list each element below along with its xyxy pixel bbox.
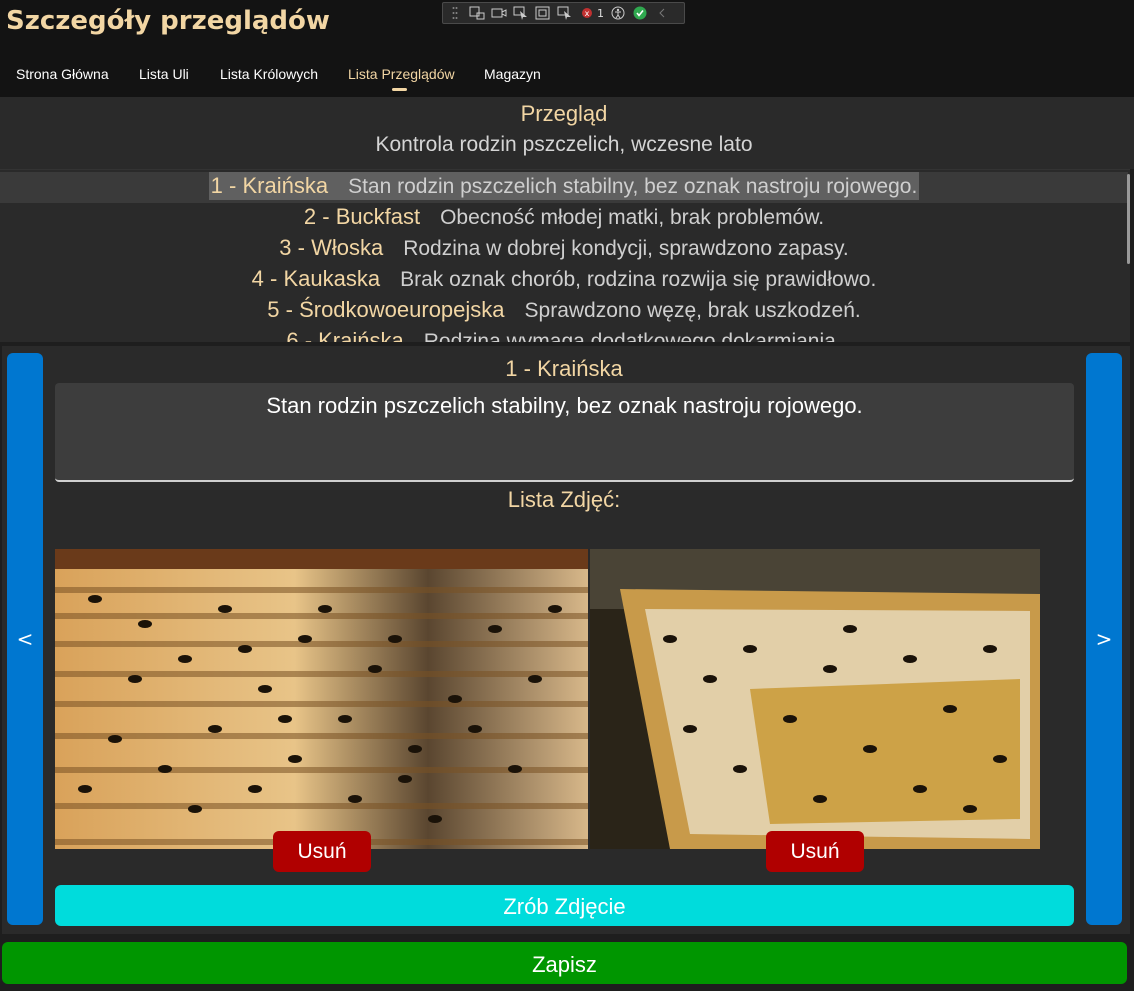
binding-failures-count: 1 bbox=[597, 6, 604, 20]
list-item[interactable]: 4 - Kaukaska Brak oznak chorób, rodzina r… bbox=[0, 265, 1128, 296]
detail-title: 1 - Kraińska bbox=[505, 356, 623, 381]
list-item-name: 4 - Kaukaska bbox=[251, 266, 381, 291]
delete-photo-button[interactable]: Usuń bbox=[766, 831, 864, 872]
inspection-header: Przegląd Kontrola rodzin pszczelich, wcz… bbox=[0, 97, 1134, 169]
video-icon[interactable] bbox=[491, 6, 507, 20]
list-item[interactable]: 1 - Kraińska Stan rodzin pszczelich stabi… bbox=[0, 172, 1128, 203]
svg-text:x: x bbox=[585, 9, 590, 18]
check-icon[interactable] bbox=[632, 6, 648, 20]
list-item-text: Stan rodzin pszczelich stabilny, bez ozn… bbox=[348, 175, 918, 198]
list-item-name: 3 - Włoska bbox=[279, 235, 384, 260]
list-item[interactable]: 2 - Buckfast Obecność młodej matki, brak … bbox=[0, 203, 1128, 234]
list-item-text: Brak oznak chorób, rodzina rozwija się p… bbox=[400, 268, 877, 291]
grip-icon[interactable] bbox=[447, 6, 463, 20]
accessibility-icon[interactable] bbox=[610, 6, 626, 20]
page-title: Szczegóły przeglądów bbox=[6, 6, 330, 36]
tab-lista-krolowych[interactable]: Lista Królowych bbox=[220, 66, 318, 82]
select-element-icon[interactable] bbox=[513, 6, 529, 20]
track-focus-icon[interactable] bbox=[557, 6, 573, 20]
tab-lista-uli[interactable]: Lista Uli bbox=[139, 66, 189, 82]
list-item-name: 6 - Kraińska bbox=[286, 328, 404, 342]
layout-adorner-icon[interactable] bbox=[535, 6, 551, 20]
list-item-text: Rodzina w dobrej kondycji, sprawdzono za… bbox=[403, 237, 849, 260]
binding-failures-icon[interactable]: x bbox=[579, 6, 595, 20]
list-item-name: 1 - Kraińska bbox=[210, 173, 329, 198]
save-button[interactable]: Zapisz bbox=[2, 942, 1127, 984]
tab-strona-glowna[interactable]: Strona Główna bbox=[16, 66, 109, 82]
list-item[interactable]: 5 - Środkowoeuropejska Sprawdzono węzę, b… bbox=[0, 296, 1128, 327]
list-item-text: Sprawdzono węzę, brak uszkodzeń. bbox=[524, 299, 861, 322]
next-button[interactable]: > bbox=[1086, 353, 1122, 925]
detail-text-editor[interactable]: Stan rodzin pszczelich stabilny, bez ozn… bbox=[55, 383, 1074, 482]
photos-label: Lista Zdjęć: bbox=[507, 487, 621, 512]
list-item[interactable]: 3 - Włoska Rodzina w dobrej kondycji, spr… bbox=[0, 234, 1128, 265]
inspection-title: Przegląd bbox=[520, 101, 608, 126]
inspection-subtitle: Kontrola rodzin pszczelich, wczesne lato bbox=[375, 133, 753, 156]
collapse-icon[interactable] bbox=[654, 6, 670, 20]
debug-toolbar: x 1 bbox=[442, 2, 685, 24]
list-item-text: Rodzina wymaga dodatkowego dokarmiania. bbox=[423, 330, 842, 342]
bee-photo-honeycomb bbox=[590, 549, 1040, 849]
live-tree-icon[interactable] bbox=[469, 6, 485, 20]
tab-lista-przegladow[interactable]: Lista Przeglądów bbox=[348, 66, 455, 82]
hive-entry-list[interactable]: 1 - Kraińska Stan rodzin pszczelich stabi… bbox=[0, 169, 1130, 342]
prev-button[interactable]: < bbox=[7, 353, 43, 925]
tab-magazyn[interactable]: Magazyn bbox=[484, 66, 541, 82]
active-tab-indicator bbox=[392, 88, 407, 91]
list-item[interactable]: 6 - Kraińska Rodzina wymaga dodatkowego d… bbox=[0, 327, 1128, 342]
list-scrollbar[interactable] bbox=[1127, 174, 1130, 264]
list-item-name: 2 - Buckfast bbox=[303, 204, 421, 229]
list-item-text: Obecność młodej matki, brak problemów. bbox=[440, 206, 825, 229]
bee-photo-frames bbox=[55, 549, 588, 849]
take-photo-button[interactable]: Zrób Zdjęcie bbox=[55, 885, 1074, 926]
delete-photo-button[interactable]: Usuń bbox=[273, 831, 371, 872]
list-item-name: 5 - Środkowoeuropejska bbox=[267, 297, 505, 322]
